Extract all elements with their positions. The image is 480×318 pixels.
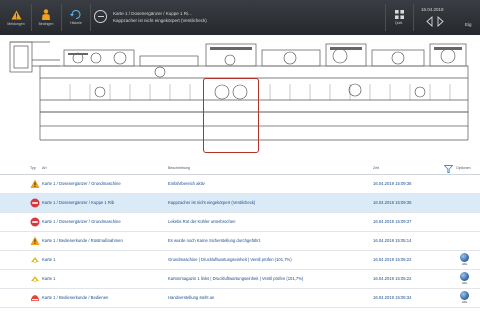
row-time: 16.04.2019 15:05:14 bbox=[373, 238, 412, 243]
operator-button[interactable]: Bedingen bbox=[34, 0, 58, 35]
warning-triangle-icon bbox=[11, 10, 21, 19]
stop-alarm-icon bbox=[94, 10, 107, 23]
row-source: Karte 1 / Dosenergänzer / Grundmaschine bbox=[42, 181, 121, 186]
toolbar-divider bbox=[61, 4, 62, 31]
filter-icon[interactable] bbox=[444, 165, 453, 173]
help-globe-icon bbox=[460, 291, 469, 300]
row-description: Handverstellung steht an bbox=[168, 295, 215, 300]
table-row[interactable]: Karte 1 / Dosenergänzer / Grundmaschine E… bbox=[0, 175, 480, 194]
row-description: Kappzacher ist nicht eingekörpert (Venti… bbox=[168, 200, 256, 205]
person-icon bbox=[42, 9, 50, 20]
row-source: Karte 1 bbox=[42, 276, 56, 281]
help-button[interactable]: Hilfe bbox=[458, 291, 471, 306]
top-right-label: Eig bbox=[465, 22, 472, 27]
toolbar-divider bbox=[413, 4, 414, 31]
row-time: 16.04.2019 15:09:36 bbox=[373, 200, 412, 205]
table-row[interactable]: Karte 1 Grundmaschine | Druckluftwartungs… bbox=[0, 251, 480, 270]
row-description: Kartonmagazin 1 links | Druckluftwartung… bbox=[168, 276, 304, 281]
acknowledge-button-label: Quitt. bbox=[394, 21, 404, 25]
grid-icon bbox=[394, 10, 404, 19]
top-toolbar: Meldungen Bedingen Historie Karte 1 / Do… bbox=[0, 0, 480, 35]
column-header-time[interactable]: Zeit bbox=[373, 166, 379, 170]
maintenance-icon bbox=[31, 257, 39, 263]
row-source: Karte 1 / Bedienerkunde / Bedienen bbox=[42, 295, 109, 300]
row-time: 16.04.2019 15:05:22 bbox=[373, 257, 412, 262]
help-button-label: Hilfe bbox=[461, 281, 468, 285]
history-button-label: Historie bbox=[70, 21, 82, 25]
language-toggle[interactable] bbox=[426, 15, 444, 28]
row-source: Karte 1 bbox=[42, 257, 56, 262]
current-message-text: Kappzacher ist nicht eingekörpert (Venti… bbox=[113, 18, 207, 23]
help-button-label: Hilfe bbox=[461, 300, 468, 304]
affected-station-highlight[interactable] bbox=[203, 78, 259, 153]
column-header-options[interactable]: Optionen bbox=[456, 166, 471, 170]
history-button[interactable]: Historie bbox=[64, 0, 88, 35]
row-source: Karte 1 / Bedienerkunde / Rüstmaßnahmen bbox=[42, 238, 123, 243]
table-row[interactable]: Karte 1 / Bedienerkunde / Rüstmaßnahmen E… bbox=[0, 232, 480, 251]
row-description: Lekebs Rot der Kühler unterbrochen bbox=[168, 219, 236, 224]
help-globe-icon bbox=[460, 272, 469, 281]
messages-button[interactable]: Meldungen bbox=[4, 0, 28, 35]
column-header-description[interactable]: Beschreibung bbox=[168, 166, 190, 170]
table-row[interactable]: Karte 1 / Bedienerkunde / Bedienen Handve… bbox=[0, 289, 480, 308]
operator-button-label: Bedingen bbox=[38, 22, 54, 26]
help-button[interactable]: Hilfe bbox=[458, 253, 471, 268]
help-globe-icon bbox=[460, 253, 469, 262]
stop-circle-icon bbox=[30, 217, 40, 227]
toolbar-divider bbox=[385, 4, 386, 31]
history-icon bbox=[70, 10, 81, 19]
table-row[interactable]: Karte 1 / Dosenergänzer / Grundmaschine L… bbox=[0, 213, 480, 232]
row-source: Karte 1 / Dosenergänzer / Kuppe 1 Rib bbox=[42, 200, 115, 205]
row-time: 16.04.2019 15:09:36 bbox=[373, 181, 412, 186]
row-time: 16.04.2019 15:05:34 bbox=[373, 295, 412, 300]
arrows-icon bbox=[426, 15, 444, 28]
table-row[interactable]: Karte 1 Kartonmagazin 1 links | Druckluft… bbox=[0, 270, 480, 289]
help-button-label: Hilfe bbox=[461, 262, 468, 266]
table-row[interactable]: Karte 1 / Dosenergänzer / Kuppe 1 Rib Kap… bbox=[0, 194, 480, 213]
stop-circle-icon bbox=[30, 198, 40, 208]
warning-triangle-icon bbox=[30, 236, 40, 245]
row-description: Grundmaschine | Druckluftwartungseinheit… bbox=[168, 257, 292, 262]
toolbar-divider bbox=[90, 4, 91, 31]
date-text: 16.04.2019 bbox=[421, 7, 444, 12]
messages-button-label: Meldungen bbox=[7, 21, 25, 26]
maintenance-icon bbox=[31, 276, 39, 282]
row-description: Einfahrbereich aktiv bbox=[168, 181, 205, 186]
warning-triangle-icon bbox=[30, 179, 40, 188]
message-table-header: Typ Art Beschreibung Zeit Optionen bbox=[0, 164, 480, 175]
row-source: Karte 1 / Dosenergänzer / Grundmaschine bbox=[42, 219, 121, 224]
column-header-source[interactable]: Art bbox=[42, 166, 47, 170]
row-time: 16.04.2019 15:09:37 bbox=[373, 219, 412, 224]
machine-overview-drawing[interactable] bbox=[0, 35, 480, 155]
hand-stop-icon bbox=[31, 295, 39, 301]
column-header-type[interactable]: Typ bbox=[30, 166, 36, 170]
acknowledge-button[interactable]: Quitt. bbox=[388, 0, 410, 35]
toolbar-divider bbox=[31, 4, 32, 31]
current-message-source: Karte 1 / Dosenergänzer / Kuppe 1 Ri... bbox=[113, 11, 192, 16]
help-button[interactable]: Hilfe bbox=[458, 272, 471, 287]
row-description: Es wurde noch Kame Sicherstellung durchg… bbox=[168, 238, 262, 243]
row-time: 16.04.2019 15:05:22 bbox=[373, 276, 412, 281]
